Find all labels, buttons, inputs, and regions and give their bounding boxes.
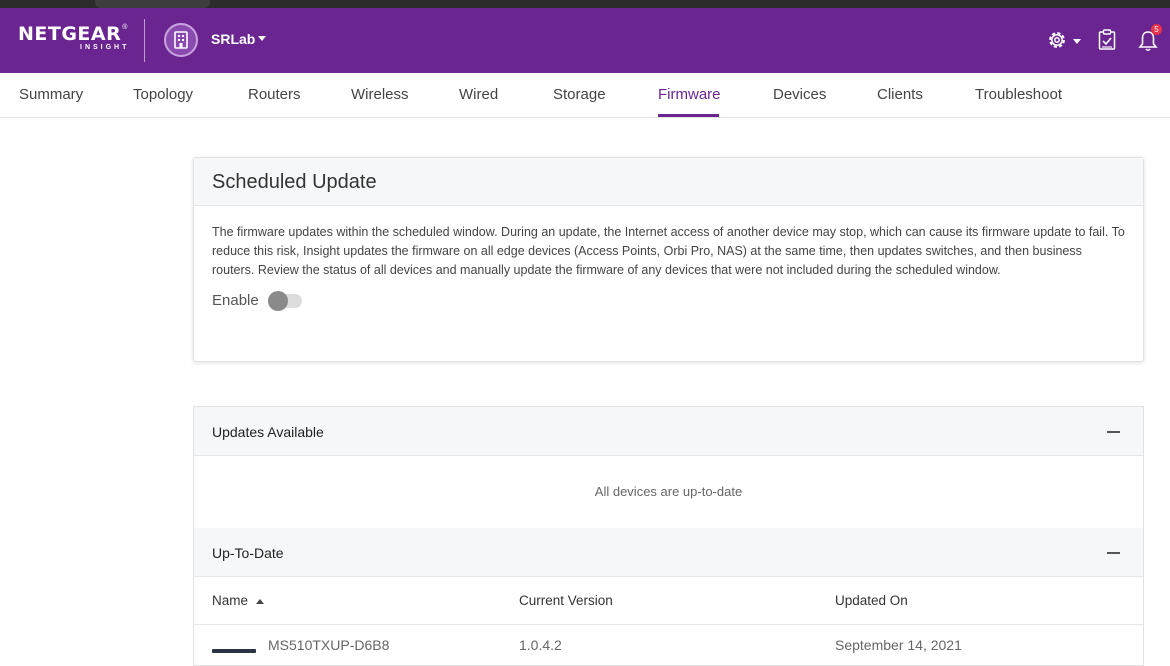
- tab-wireless[interactable]: Wireless: [351, 86, 409, 103]
- active-tab-indicator: [658, 114, 719, 117]
- sort-ascending-icon[interactable]: [256, 598, 265, 604]
- column-header-name-label: Name: [212, 593, 249, 608]
- switch-device-icon: [212, 649, 256, 653]
- tab-wired[interactable]: Wired: [459, 86, 498, 103]
- tab-storage[interactable]: Storage: [553, 86, 606, 103]
- device-updated-on: September 14, 2021: [835, 637, 962, 653]
- scheduled-update-title: Scheduled Update: [212, 171, 377, 193]
- up-to-date-title: Up-To-Date: [212, 545, 284, 561]
- column-header-name[interactable]: Name: [212, 593, 265, 608]
- header-divider: [144, 19, 145, 62]
- table-header: Name Current Version Updated On: [194, 577, 1143, 625]
- enable-label: Enable: [212, 292, 259, 309]
- updates-empty-message: All devices are up-to-date: [594, 484, 743, 499]
- tab-topology[interactable]: Topology: [133, 86, 193, 103]
- column-header-current-version[interactable]: Current Version: [519, 593, 613, 608]
- tab-routers[interactable]: Routers: [248, 86, 301, 103]
- scheduled-update-card: Scheduled Update The firmware updates wi…: [193, 157, 1144, 362]
- tab-clients[interactable]: Clients: [877, 86, 923, 103]
- tab-devices[interactable]: Devices: [773, 86, 826, 103]
- notification-badge: 5: [1151, 24, 1162, 35]
- brand-subtitle: INSIGHT: [80, 44, 130, 51]
- main-nav: Summary Topology Routers Wireless Wired …: [0, 73, 1170, 118]
- updates-available-title: Updates Available: [212, 424, 324, 440]
- collapse-icon[interactable]: [1107, 552, 1120, 554]
- device-version: 1.0.4.2: [519, 637, 562, 653]
- column-header-updated-on[interactable]: Updated On: [835, 593, 908, 608]
- table-row[interactable]: MS510TXUP-D6B8 1.0.4.2 September 14, 202…: [194, 625, 1143, 665]
- chevron-down-icon[interactable]: [258, 36, 266, 41]
- app-header: NETGEAR® INSIGHT SRLab 5: [0, 8, 1170, 73]
- location-selector[interactable]: SRLab: [211, 31, 255, 47]
- tab-summary[interactable]: Summary: [19, 86, 83, 103]
- brand-name: NETGEAR: [18, 23, 122, 45]
- tab-firmware[interactable]: Firmware: [658, 86, 721, 103]
- settings-chevron-down-icon[interactable]: [1073, 39, 1081, 44]
- collapse-icon[interactable]: [1107, 431, 1120, 433]
- toggle-knob[interactable]: [267, 290, 288, 311]
- browser-tab-hint: [95, 0, 210, 8]
- enable-toggle[interactable]: [267, 290, 302, 311]
- tab-troubleshoot[interactable]: Troubleshoot: [975, 86, 1062, 103]
- up-to-date-header[interactable]: Up-To-Date: [194, 528, 1143, 577]
- clipboard-check-icon[interactable]: [1098, 29, 1116, 56]
- scheduled-update-header: Scheduled Update: [194, 158, 1143, 206]
- updates-available-header[interactable]: Updates Available: [194, 407, 1143, 456]
- browser-top-strip: [0, 0, 1170, 8]
- device-name[interactable]: MS510TXUP-D6B8: [268, 637, 389, 653]
- gear-icon[interactable]: [1046, 29, 1068, 56]
- building-icon[interactable]: [164, 23, 198, 57]
- scheduled-update-description: The firmware updates within the schedule…: [212, 225, 1125, 277]
- brand-registered-mark: ®: [122, 24, 128, 31]
- firmware-status-panel: Updates Available All devices are up-to-…: [193, 406, 1144, 666]
- netgear-logo[interactable]: NETGEAR® INSIGHT: [18, 23, 128, 51]
